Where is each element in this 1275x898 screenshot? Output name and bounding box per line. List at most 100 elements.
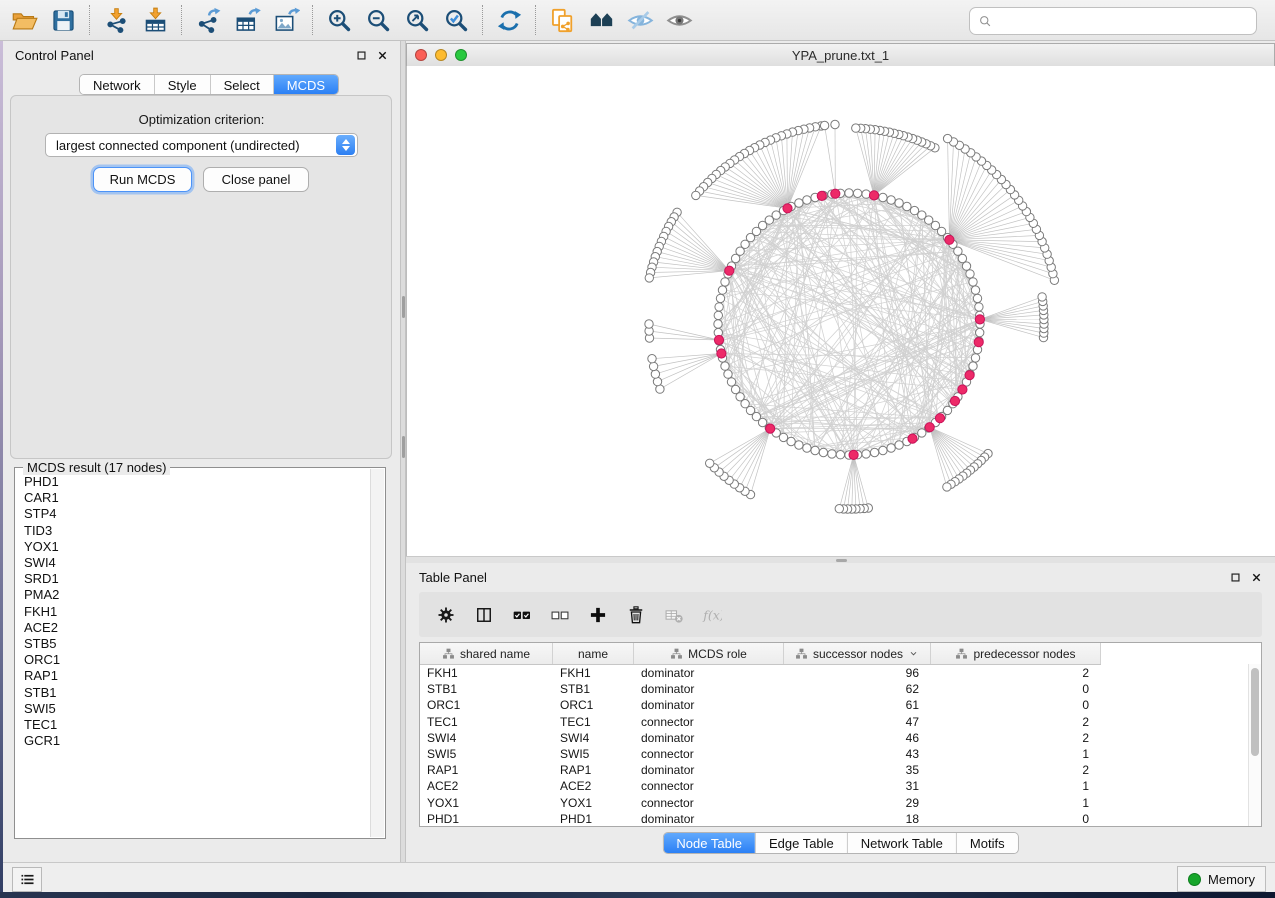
table-cell: 2 — [931, 715, 1101, 729]
divider-handle[interactable] — [836, 559, 847, 562]
mcds-result-item[interactable]: SWI5 — [24, 701, 370, 717]
mcds-result-item[interactable]: SRD1 — [24, 571, 370, 587]
open-file-button[interactable] — [5, 3, 44, 37]
close-panel-button[interactable] — [1251, 572, 1262, 583]
shared-column-icon — [955, 648, 968, 660]
mcds-result-item[interactable]: SWI4 — [24, 555, 370, 571]
network-canvas[interactable] — [406, 66, 1275, 557]
eye-hide-icon — [627, 7, 654, 34]
tab-motifs[interactable]: Motifs — [956, 833, 1018, 853]
deselect-all-button[interactable] — [550, 605, 570, 625]
tab-select[interactable]: Select — [210, 75, 273, 94]
float-panel-button[interactable] — [356, 50, 367, 61]
mcds-result-item[interactable]: TEC1 — [24, 717, 370, 733]
table-cell: connector — [634, 715, 784, 729]
table-row[interactable]: ORC1ORC1dominator610 — [420, 697, 1249, 713]
zoom-in-button[interactable] — [320, 3, 359, 37]
table-cell: STB1 — [420, 682, 553, 696]
table-scrollbar[interactable] — [1248, 664, 1261, 826]
divider-handle[interactable] — [402, 436, 405, 458]
tab-network[interactable]: Network — [80, 75, 154, 94]
table-cell: connector — [634, 796, 784, 810]
mcds-result-item[interactable]: GCR1 — [24, 733, 370, 749]
close-panel-button[interactable] — [377, 50, 388, 61]
float-panel-button[interactable] — [1230, 572, 1241, 583]
table-row[interactable]: FKH1FKH1dominator962 — [420, 665, 1249, 681]
task-history-button[interactable] — [12, 867, 42, 892]
copy-share-button[interactable] — [543, 3, 582, 37]
export-network-button[interactable] — [189, 3, 228, 37]
tab-style[interactable]: Style — [154, 75, 210, 94]
memory-button[interactable]: Memory — [1177, 866, 1266, 892]
import-table-button[interactable] — [136, 3, 175, 37]
mcds-result-item[interactable]: RAP1 — [24, 668, 370, 684]
eye-show-button[interactable] — [660, 3, 699, 37]
binoculars-button[interactable] — [582, 3, 621, 37]
import-network-button[interactable] — [97, 3, 136, 37]
mcds-result-item[interactable]: ACE2 — [24, 620, 370, 636]
zoom-out-button[interactable] — [359, 3, 398, 37]
gear-button[interactable] — [436, 605, 456, 625]
column-header-name[interactable]: name — [553, 643, 634, 664]
mcds-result-item[interactable]: STB5 — [24, 636, 370, 652]
table-row[interactable]: SWI4SWI4dominator462 — [420, 730, 1249, 746]
binoculars-icon — [588, 7, 615, 34]
table-toolbar — [419, 592, 1262, 637]
mcds-result-item[interactable]: PMA2 — [24, 587, 370, 603]
table-cell: connector — [634, 747, 784, 761]
export-image-button[interactable] — [267, 3, 306, 37]
mcds-result-item[interactable]: STB1 — [24, 685, 370, 701]
search-input-wrapper[interactable] — [969, 7, 1257, 35]
table-cell: dominator — [634, 812, 784, 826]
tab-mcds[interactable]: MCDS — [273, 75, 338, 94]
close-panel-button-mcds[interactable]: Close panel — [203, 167, 309, 192]
open-file-icon — [11, 7, 38, 34]
column-header-predecessor-nodes[interactable]: predecessor nodes — [931, 643, 1101, 664]
table-row[interactable]: TEC1TEC1connector472 — [420, 714, 1249, 730]
export-table-button[interactable] — [228, 3, 267, 37]
network-window-titlebar[interactable]: YPA_prune.txt_1 — [406, 43, 1275, 68]
panel-divider-horizontal[interactable] — [406, 556, 1275, 563]
mcds-result-item[interactable]: CAR1 — [24, 490, 370, 506]
scrollbar-thumb[interactable] — [1251, 668, 1259, 756]
table-row[interactable]: PHD1PHD1dominator180 — [420, 811, 1249, 827]
table-row[interactable]: SWI5SWI5connector431 — [420, 746, 1249, 762]
add-column-button[interactable] — [588, 605, 608, 625]
mcds-result-item[interactable]: FKH1 — [24, 604, 370, 620]
select-all-button[interactable] — [512, 605, 532, 625]
search-input[interactable] — [993, 10, 1256, 32]
divider-handle[interactable] — [402, 296, 405, 318]
table-cell: ORC1 — [553, 698, 634, 712]
zoom-selected-button[interactable] — [437, 3, 476, 37]
refresh-button[interactable] — [490, 3, 529, 37]
mcds-result-item[interactable]: STP4 — [24, 506, 370, 522]
mcds-result-item[interactable]: YOX1 — [24, 539, 370, 555]
delete-button[interactable] — [626, 605, 646, 625]
mcds-result-item[interactable]: TID3 — [24, 523, 370, 539]
table-cell: FKH1 — [420, 666, 553, 680]
table-row[interactable]: STB1STB1dominator620 — [420, 681, 1249, 697]
column-header-MCDS-role[interactable]: MCDS role — [634, 643, 784, 664]
tab-edge-table[interactable]: Edge Table — [755, 833, 847, 853]
column-header-shared-name[interactable]: shared name — [420, 643, 553, 664]
table-row[interactable]: RAP1RAP1dominator352 — [420, 762, 1249, 778]
eye-hide-button[interactable] — [621, 3, 660, 37]
table-row[interactable]: ACE2ACE2connector311 — [420, 778, 1249, 794]
zoom-fit-button[interactable] — [398, 3, 437, 37]
tab-network-table[interactable]: Network Table — [847, 833, 956, 853]
mcds-result-item[interactable]: PHD1 — [24, 474, 370, 490]
save-session-button[interactable] — [44, 3, 83, 37]
optimization-criterion-select[interactable]: largest connected component (undirected) — [45, 133, 358, 157]
mcds-result-item[interactable]: ORC1 — [24, 652, 370, 668]
shared-column-icon — [795, 648, 808, 660]
table-row[interactable]: YOX1YOX1connector291 — [420, 795, 1249, 811]
column-header-successor-nodes[interactable]: successor nodes — [784, 643, 931, 664]
network-graph[interactable] — [407, 66, 1275, 557]
table-cell: 29 — [784, 796, 931, 810]
run-mcds-button[interactable]: Run MCDS — [93, 167, 192, 192]
mcds-result-scrollbar[interactable] — [370, 469, 384, 837]
tab-node-table[interactable]: Node Table — [663, 833, 755, 853]
split-view-button[interactable] — [474, 605, 494, 625]
gear-icon — [436, 605, 456, 625]
import-network-icon — [103, 7, 130, 34]
